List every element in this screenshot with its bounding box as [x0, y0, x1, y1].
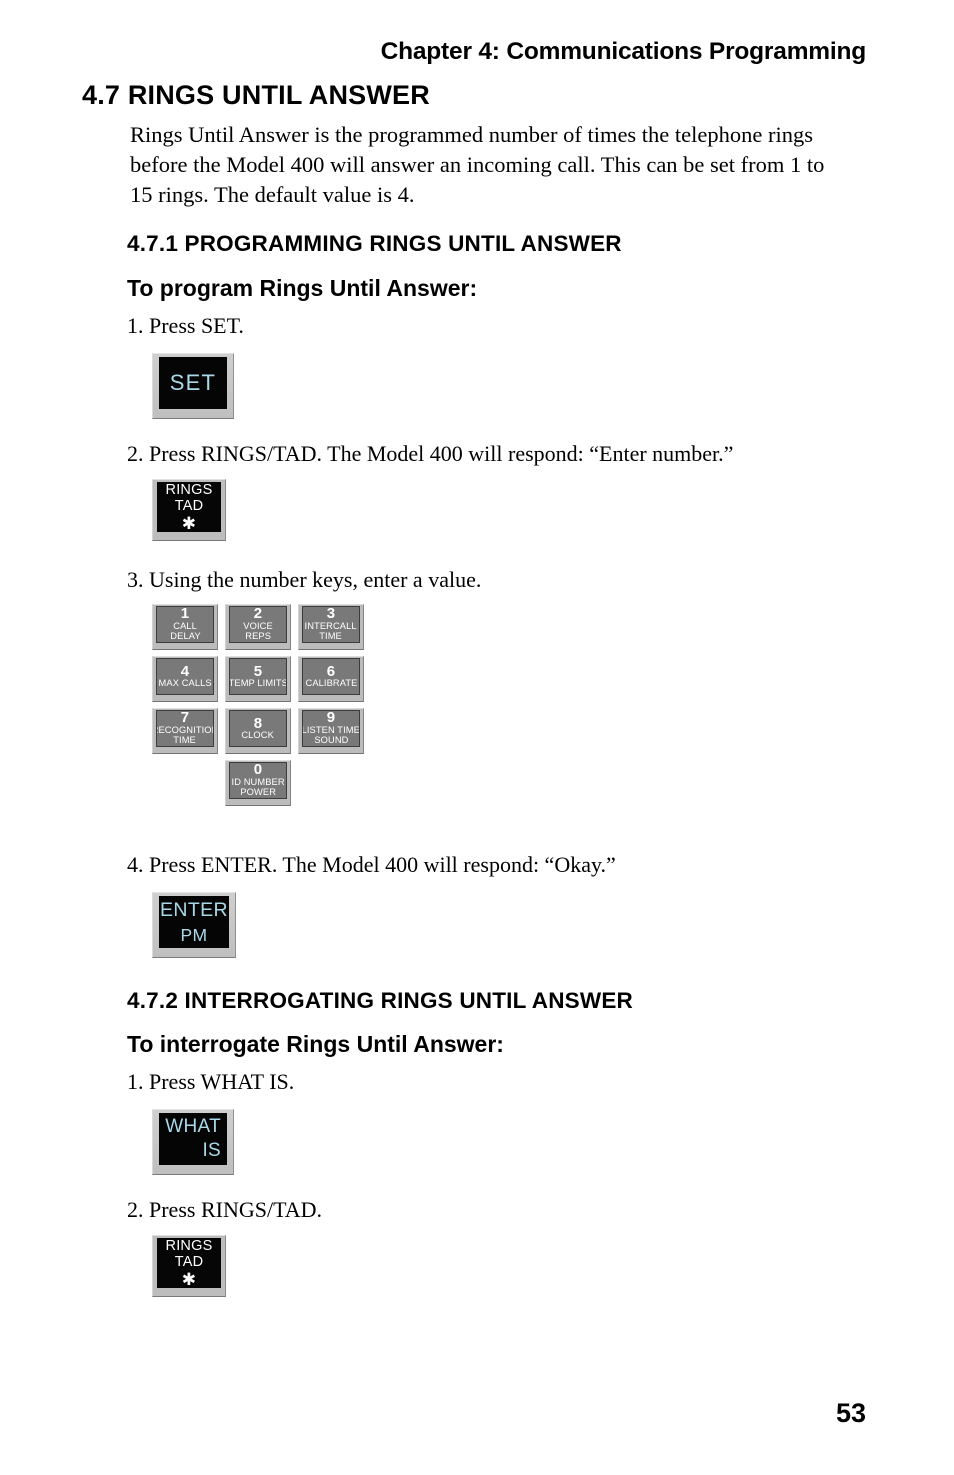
key-3-sub2: TIME: [319, 631, 343, 643]
key-5-sub1: TEMP LIMITS: [229, 677, 287, 689]
key-2-shell: 2 VOICE REPS: [225, 604, 291, 650]
key-set-face: SET: [159, 357, 227, 409]
key-enter-label: ENTER: [159, 898, 229, 921]
key-rings-tad-label-tad: TAD: [174, 498, 204, 515]
key-1[interactable]: 1 CALL DELAY: [152, 604, 218, 650]
document-page: Chapter 4: Communications Programming 4.…: [0, 0, 954, 1475]
number-keypad: 1 CALL DELAY 2 VOICE REPS 3 INTERCALL TI…: [152, 604, 364, 812]
section-heading-4-7-1: 4.7.1 PROGRAMMING RINGS UNTIL ANSWER: [127, 231, 622, 256]
key-3-face: 3 INTERCALL TIME: [302, 606, 360, 643]
key-8[interactable]: 8 CLOCK: [225, 708, 291, 754]
step-1-interrogate: 1. Press WHAT IS.: [127, 1069, 295, 1094]
key-1-shell: 1 CALL DELAY: [152, 604, 218, 650]
key-9-digit: 9: [326, 710, 336, 727]
intro-paragraph: Rings Until Answer is the programmed num…: [130, 122, 825, 207]
page-number: 53: [835, 1398, 866, 1428]
key-8-digit: 8: [253, 714, 263, 732]
key-8-face: 8 CLOCK: [229, 710, 287, 747]
numpad-row-3: 7 RECOGNITION TIME 8 CLOCK 9: [152, 708, 364, 754]
key-0-sub2: POWER: [240, 787, 276, 799]
key-what-is-face: WHAT IS: [159, 1113, 227, 1165]
key-0[interactable]: 0 ID NUMBER POWER: [225, 760, 291, 806]
key-2-digit: 2: [253, 606, 263, 623]
key-1-digit: 1: [180, 606, 190, 623]
key-6-face: 6 CALIBRATE: [302, 658, 360, 695]
key-9-sub2: SOUND: [313, 735, 349, 747]
key-5-digit: 5: [253, 662, 263, 680]
key-7-digit: 7: [180, 710, 190, 727]
step-2-program: 2. Press RINGS/TAD. The Model 400 will r…: [127, 441, 734, 466]
key-rings-tad-2-label-tad: TAD: [174, 1254, 204, 1271]
key-what-is-label-what: WHAT: [165, 1116, 221, 1138]
numpad-row-2: 4 MAX CALLS 5 TEMP LIMITS 6 CALIBRATE: [152, 656, 364, 702]
key-5[interactable]: 5 TEMP LIMITS: [225, 656, 291, 702]
key-rings-tad-2-face: RINGS TAD ✱: [157, 1238, 221, 1288]
key-1-sub2: DELAY: [169, 631, 201, 643]
numpad-row-1: 1 CALL DELAY 2 VOICE REPS 3 INTERCALL TI…: [152, 604, 364, 650]
key-rings-tad[interactable]: RINGS TAD ✱: [152, 479, 226, 541]
step-2-interrogate: 2. Press RINGS/TAD.: [127, 1197, 323, 1222]
key-what-is-shell: WHAT IS: [152, 1109, 234, 1175]
key-0-shell: 0 ID NUMBER POWER: [225, 760, 291, 806]
key-rings-tad-2[interactable]: RINGS TAD ✱: [152, 1235, 226, 1297]
key-what-is-label-is: IS: [202, 1139, 221, 1161]
step-4-program: 4. Press ENTER. The Model 400 will respo…: [127, 852, 616, 877]
key-4-shell: 4 MAX CALLS: [152, 656, 218, 702]
key-2-face: 2 VOICE REPS: [229, 606, 287, 643]
key-rings-tad-2-shell: RINGS TAD ✱: [152, 1235, 226, 1297]
step-3-program: 3. Using the number keys, enter a value.: [127, 567, 482, 592]
numpad-row-4: 0 ID NUMBER POWER: [152, 760, 364, 806]
key-rings-tad-shell: RINGS TAD ✱: [152, 479, 226, 541]
section-heading-4-7-2: 4.7.2 INTERROGATING RINGS UNTIL ANSWER: [127, 988, 633, 1013]
key-rings-tad-face: RINGS TAD ✱: [157, 482, 221, 532]
key-4-digit: 4: [180, 662, 190, 680]
key-set-label: SET: [169, 370, 217, 396]
chapter-header: Chapter 4: Communications Programming: [380, 38, 867, 65]
key-5-face: 5 TEMP LIMITS: [229, 658, 287, 695]
key-3[interactable]: 3 INTERCALL TIME: [298, 604, 364, 650]
key-enter-face: ENTER PM: [159, 896, 229, 948]
key-0-digit: 0: [253, 762, 263, 779]
key-2-sub2: REPS: [245, 631, 271, 643]
key-3-digit: 3: [326, 606, 336, 623]
key-7-shell: 7 RECOGNITION TIME: [152, 708, 218, 754]
key-3-shell: 3 INTERCALL TIME: [298, 604, 364, 650]
key-0-face: 0 ID NUMBER POWER: [229, 762, 287, 799]
key-7-face: 7 RECOGNITION TIME: [156, 710, 214, 747]
key-1-face: 1 CALL DELAY: [156, 606, 214, 643]
section-lead-4-7-1: To program Rings Until Answer:: [127, 275, 478, 301]
key-set-shell: SET: [152, 353, 234, 419]
key-what-is[interactable]: WHAT IS: [152, 1109, 234, 1175]
key-8-shell: 8 CLOCK: [225, 708, 291, 754]
key-4-face: 4 MAX CALLS: [156, 658, 214, 695]
key-8-sub1: CLOCK: [241, 729, 275, 741]
key-set[interactable]: SET: [152, 353, 234, 419]
key-7[interactable]: 7 RECOGNITION TIME: [152, 708, 218, 754]
key-rings-tad-2-label-rings: RINGS: [165, 1238, 213, 1254]
key-4[interactable]: 4 MAX CALLS: [152, 656, 218, 702]
step-1-program: 1. Press SET.: [127, 313, 244, 338]
key-7-sub2: TIME: [173, 735, 197, 747]
key-enter-label-pm: PM: [180, 924, 208, 945]
key-6-sub1: CALIBRATE: [305, 677, 357, 689]
page-title: 4.7 RINGS UNTIL ANSWER: [82, 80, 430, 110]
key-rings-tad-label-rings: RINGS: [165, 482, 213, 498]
key-enter-shell: ENTER PM: [152, 892, 236, 958]
key-5-shell: 5 TEMP LIMITS: [225, 656, 291, 702]
key-9[interactable]: 9 LISTEN TIME SOUND: [298, 708, 364, 754]
key-9-shell: 9 LISTEN TIME SOUND: [298, 708, 364, 754]
key-2[interactable]: 2 VOICE REPS: [225, 604, 291, 650]
key-4-sub1: MAX CALLS: [158, 677, 212, 689]
key-6-shell: 6 CALIBRATE: [298, 656, 364, 702]
key-9-face: 9 LISTEN TIME SOUND: [302, 710, 360, 747]
asterisk-icon: ✱: [181, 513, 197, 532]
key-enter[interactable]: ENTER PM: [152, 892, 236, 958]
section-lead-4-7-2: To interrogate Rings Until Answer:: [127, 1031, 504, 1057]
key-6-digit: 6: [326, 662, 336, 680]
asterisk-icon-2: ✱: [181, 1269, 197, 1288]
key-6[interactable]: 6 CALIBRATE: [298, 656, 364, 702]
